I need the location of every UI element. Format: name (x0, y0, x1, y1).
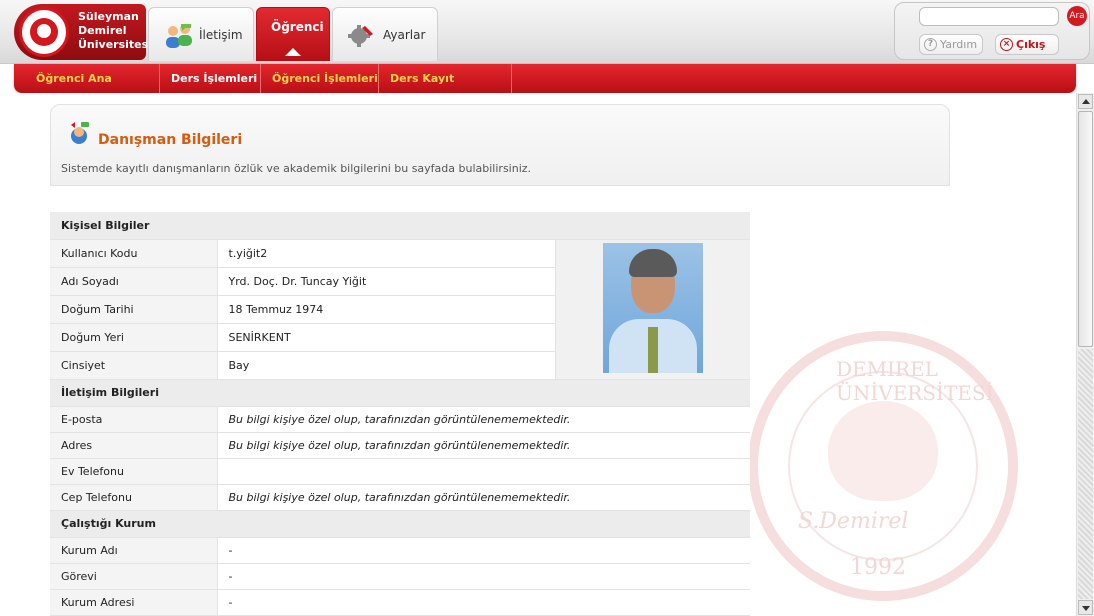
row-value: Bu bilgi kişiye özel olup, tarafınızdan … (217, 432, 750, 459)
table-row: Kurum Adresi - (50, 589, 750, 616)
table-row: Adres Bu bilgi kişiye özel olup, tarafın… (50, 432, 750, 459)
nav-item-ders-islemleri[interactable]: Ders İşlemleri (160, 64, 261, 93)
scrollbar-track[interactable] (1078, 349, 1093, 599)
table-row: Kurum Adı - (50, 537, 750, 564)
active-tab-caret-icon (285, 48, 301, 56)
row-value: - (217, 537, 750, 564)
app-window: Süleyman Demirel Üniversitesi İletişim Ö… (0, 0, 1094, 616)
logout-button[interactable]: × Çıkış (995, 34, 1059, 55)
help-label: Yardım (940, 38, 978, 51)
advisor-info-table: Kişisel Bilgiler Kullanıcı Kodu t.yiğit2… (50, 212, 750, 616)
tab-label: Ayarlar (383, 28, 426, 42)
row-value: - (217, 589, 750, 616)
row-label: Kullanıcı Kodu (50, 239, 218, 268)
table-row: Kullanıcı Kodu t.yiğit2 (50, 239, 750, 380)
row-label: Ev Telefonu (50, 458, 218, 485)
row-value: - (217, 563, 750, 590)
tab-ayarlar[interactable]: Ayarlar (332, 7, 438, 61)
row-value (217, 458, 750, 485)
watermark-year: 1992 (850, 555, 906, 580)
main-nav: Öğrenci Ana Sayfası Ders İşlemleri Öğren… (14, 64, 1076, 114)
row-value: Bu bilgi kişiye özel olup, tarafınızdan … (217, 484, 750, 511)
header: Süleyman Demirel Üniversitesi İletişim Ö… (0, 0, 1094, 64)
university-seal-watermark: DEMIREL ÜNİVERSİTESİ S.Demirel 1992 (748, 331, 1018, 601)
search-input[interactable] (919, 7, 1059, 26)
gear-tools-icon (348, 25, 373, 47)
search-button[interactable]: Ara (1067, 6, 1087, 26)
page-header-box: Danışman Bilgileri Sistemde kayıtlı danı… (50, 104, 950, 186)
tab-iletisim[interactable]: İletişim (148, 7, 254, 61)
row-label: Doğum Tarihi (50, 295, 218, 324)
advisor-photo-cell (554, 239, 750, 380)
row-label: Cep Telefonu (50, 484, 218, 511)
section-header-personal: Kişisel Bilgiler (50, 212, 750, 240)
row-label: Cinsiyet (50, 351, 218, 380)
users-icon (166, 24, 192, 48)
table-row: Cep Telefonu Bu bilgi kişiye özel olup, … (50, 484, 750, 511)
advisor-icon (71, 122, 89, 144)
rose-watermark-icon (828, 401, 938, 501)
row-label: Kurum Adresi (50, 589, 218, 616)
row-value: Bu bilgi kişiye özel olup, tarafınızdan … (217, 406, 750, 433)
nav-item-ders-kayit-islemleri[interactable]: Ders Kayıt İşlemleri (379, 64, 512, 114)
row-label: Doğum Yeri (50, 323, 218, 352)
nav-item-ogrenci-ana-sayfasi[interactable]: Öğrenci Ana Sayfası (14, 64, 160, 114)
help-icon: ? (924, 38, 937, 51)
content-area: DEMIREL ÜNİVERSİTESİ S.Demirel 1992 Danı… (0, 93, 1076, 616)
rose-emblem-icon (19, 7, 69, 57)
page-title: Danışman Bilgileri (98, 132, 243, 148)
help-button[interactable]: ? Yardım (919, 34, 983, 55)
page-description: Sistemde kayıtlı danışmanların özlük ve … (61, 162, 532, 175)
close-icon: × (1000, 38, 1013, 51)
university-name-line: Demirel (78, 24, 127, 37)
table-row: Görevi - (50, 563, 750, 590)
tab-ogrenci[interactable]: Öğrenci (256, 7, 330, 61)
row-label: Görevi (50, 563, 218, 590)
row-label: Kurum Adı (50, 537, 218, 564)
university-name: Süleyman Demirel Üniversitesi (78, 10, 152, 52)
section-header-contact: İletişim Bilgileri (50, 379, 750, 407)
row-value: Yrd. Doç. Dr. Tuncay Yiğit (217, 267, 555, 296)
scrollbar-thumb[interactable] (1078, 111, 1093, 347)
row-value: 18 Temmuz 1974 (217, 295, 555, 324)
table-row: Ev Telefonu (50, 458, 750, 485)
tab-label: Öğrenci (271, 20, 324, 34)
row-value: t.yiğit2 (217, 239, 555, 268)
university-name-line: Süleyman (78, 10, 139, 23)
scroll-up-arrow-icon[interactable] (1078, 94, 1093, 109)
university-logo[interactable]: Süleyman Demirel Üniversitesi (14, 4, 152, 60)
row-value: Bay (217, 351, 555, 380)
watermark-top-text: DEMIREL ÜNİVERSİTESİ (836, 357, 994, 405)
row-label: E-posta (50, 406, 218, 433)
search-panel: Ara ? Yardım × Çıkış (894, 2, 1090, 60)
row-value: SENİRKENT (217, 323, 555, 352)
advisor-photo (602, 242, 703, 373)
section-header-institution: Çalıştığı Kurum (50, 510, 750, 538)
row-label: Adres (50, 432, 218, 459)
row-label: Adı Soyadı (50, 267, 218, 296)
university-name-line: Üniversitesi (78, 38, 152, 51)
watermark-signature: S.Demirel (798, 509, 909, 534)
vertical-scrollbar[interactable] (1076, 93, 1094, 616)
table-row: E-posta Bu bilgi kişiye özel olup, taraf… (50, 406, 750, 433)
logout-label: Çıkış (1016, 38, 1046, 51)
tab-label: İletişim (199, 28, 243, 42)
scroll-down-arrow-icon[interactable] (1078, 600, 1093, 615)
nav-item-ogrenci-islemleri[interactable]: Öğrenci İşlemleri (261, 64, 379, 93)
